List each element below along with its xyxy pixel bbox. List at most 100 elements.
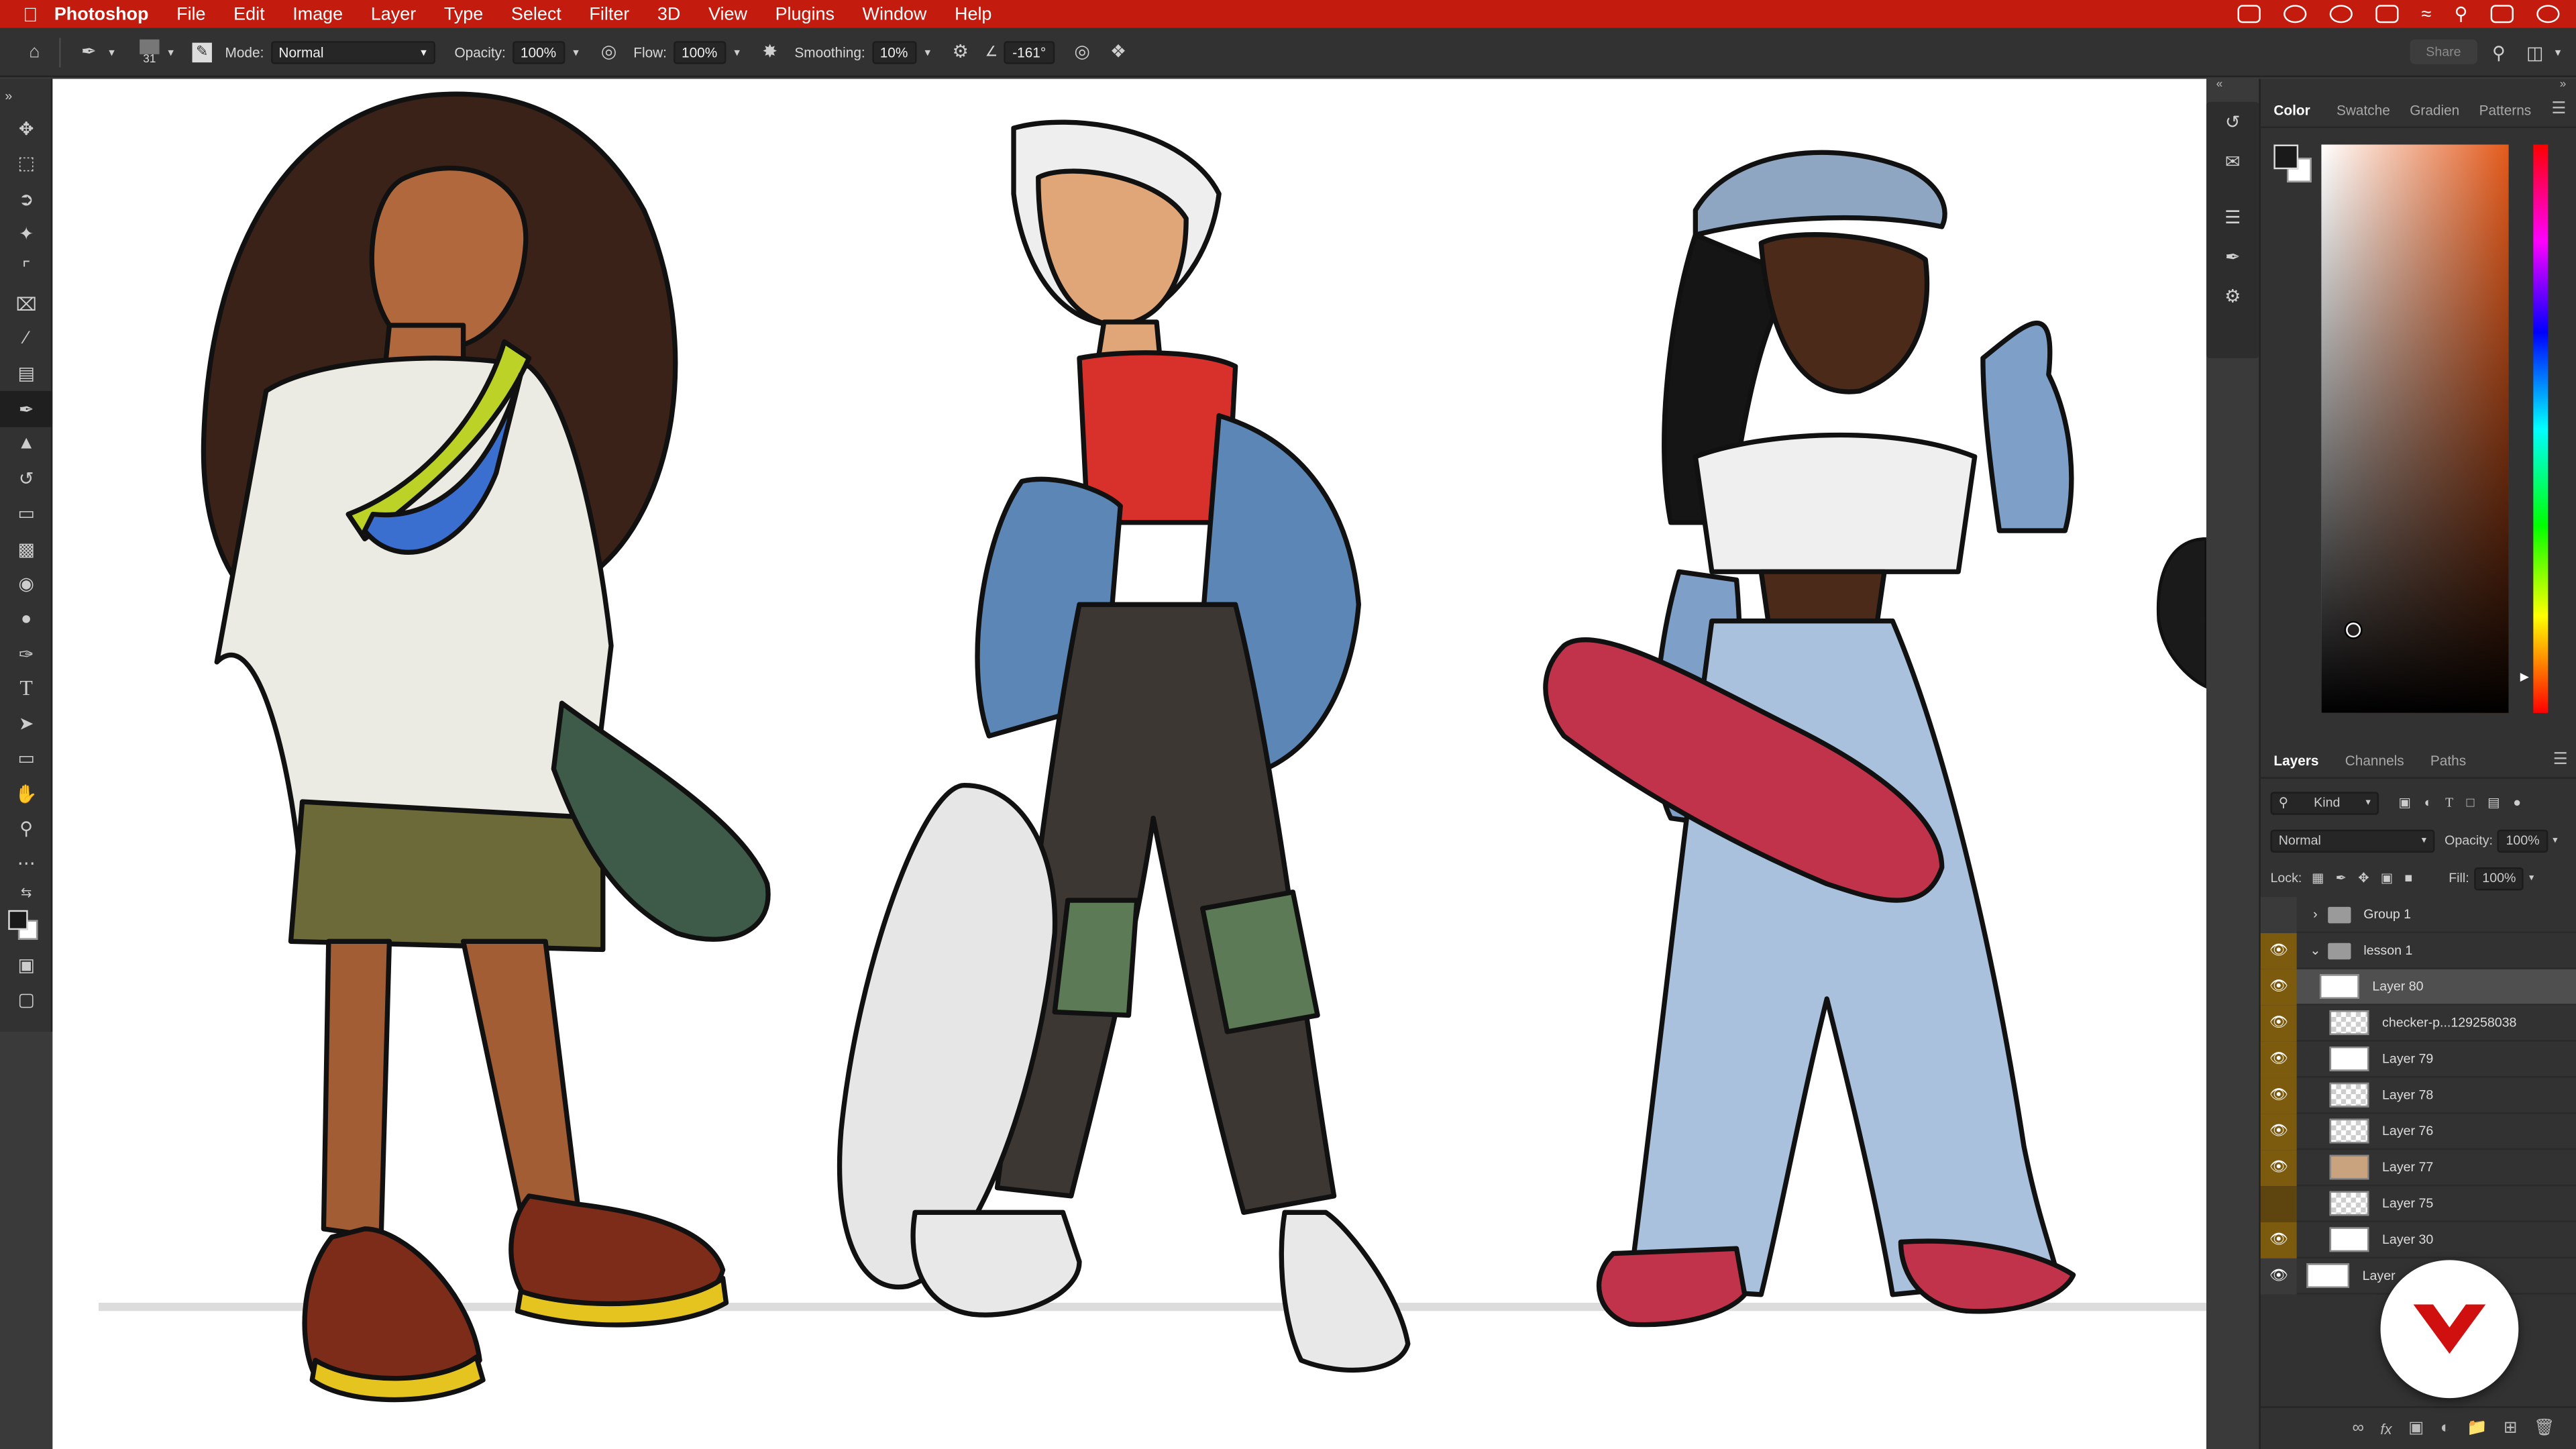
eye-icon[interactable]: 👁	[2260, 1040, 2297, 1077]
chevron-down-icon[interactable]: ▾	[564, 40, 587, 63]
siri-icon[interactable]	[2536, 5, 2560, 23]
move-tool-icon[interactable]: ✥	[0, 112, 52, 147]
lasso-tool-icon[interactable]: ➲	[0, 182, 52, 217]
screen-mode-icon[interactable]: ▢	[0, 982, 52, 1017]
layer-row-layer-30[interactable]: 👁 Layer 30	[2260, 1221, 2576, 1258]
tab-color[interactable]: Color	[2261, 101, 2324, 117]
brush-tool-preset-icon[interactable]: ✒	[77, 40, 100, 63]
dodge-tool-icon[interactable]: ●	[0, 602, 52, 637]
hue-slider-handle[interactable]: ▶	[2520, 670, 2529, 684]
pixel-filter-icon[interactable]: ▣	[2399, 795, 2412, 810]
menu-app-name[interactable]: Photoshop	[54, 4, 149, 23]
foreground-color-swatch[interactable]	[8, 909, 28, 929]
lock-transparency-icon[interactable]: ▦	[2312, 871, 2324, 885]
tab-gradients[interactable]: Gradien	[2403, 101, 2466, 117]
menu-select[interactable]: Select	[511, 4, 561, 23]
apple-icon[interactable]: 	[23, 3, 38, 25]
history-brush-tool-icon[interactable]: ↺	[0, 462, 52, 496]
airbrush-icon[interactable]: ✸	[759, 40, 782, 63]
tab-swatches[interactable]: Swatche	[2323, 101, 2403, 117]
gradient-tool-icon[interactable]: ▩	[0, 531, 52, 566]
frame-tool-icon[interactable]: ⌧	[0, 286, 52, 321]
lock-all-icon[interactable]: ■	[2404, 871, 2412, 885]
foreground-color-chip[interactable]	[2273, 144, 2299, 170]
collapse-panels-icon[interactable]: «	[2216, 79, 2223, 91]
properties-panel-icon[interactable]: ⚙	[2206, 276, 2259, 315]
layer-row-layer-78[interactable]: 👁 Layer 78	[2260, 1077, 2576, 1114]
angle-input[interactable]: -161°	[1004, 40, 1055, 64]
menu-3d[interactable]: 3D	[657, 4, 680, 23]
libraries-panel-icon[interactable]: ☰	[2206, 197, 2259, 237]
tab-paths[interactable]: Paths	[2417, 751, 2479, 767]
zoom-tool-icon[interactable]: ⚲	[0, 812, 52, 847]
brush-tool-icon[interactable]: ✒	[0, 391, 53, 427]
layer-opacity-input[interactable]: 100%	[2498, 828, 2548, 852]
adjustment-filter-icon[interactable]: ◐	[2424, 795, 2432, 810]
hue-slider[interactable]	[2533, 144, 2548, 713]
eye-icon[interactable]: 👁	[2260, 1221, 2297, 1258]
battery-icon[interactable]	[2375, 5, 2399, 23]
chevron-down-icon[interactable]: ⌄	[2310, 943, 2320, 958]
layer-row-layer-79[interactable]: 👁 Layer 79	[2260, 1040, 2576, 1078]
menu-view[interactable]: View	[708, 4, 747, 23]
chevron-down-icon[interactable]: ▾	[100, 40, 123, 63]
blur-tool-icon[interactable]: ◉	[0, 567, 52, 602]
adjustment-layer-icon[interactable]: ◐	[2440, 1419, 2451, 1438]
gear-icon[interactable]: ⚙	[949, 40, 972, 63]
lock-artboard-icon[interactable]: ▣	[2381, 871, 2394, 885]
wifi-icon[interactable]: ≈	[2422, 4, 2432, 23]
trash-icon[interactable]: 🗑	[2534, 1419, 2555, 1438]
filter-toggle-icon[interactable]: ●	[2513, 795, 2521, 810]
collapse-toolbar-icon[interactable]: »	[0, 79, 52, 112]
rectangle-tool-icon[interactable]: ▭	[0, 741, 52, 776]
layer-kind-filter[interactable]: ⚲ Kind ▾	[2270, 791, 2379, 814]
eye-icon[interactable]: 👁	[2260, 932, 2297, 969]
eye-icon[interactable]: 👁	[2260, 968, 2297, 1005]
edit-toolbar-icon[interactable]: ⋯	[0, 847, 52, 881]
new-layer-icon[interactable]: ⊞	[2504, 1419, 2518, 1438]
home-icon[interactable]: ⌂	[23, 40, 46, 63]
spotlight-search-icon[interactable]: ⚲	[2455, 3, 2468, 24]
menu-type[interactable]: Type	[444, 4, 483, 23]
search-icon[interactable]: ⚲	[2487, 41, 2510, 64]
layer-row-layer-80[interactable]: 👁 Layer 80	[2260, 968, 2576, 1006]
swap-colors-icon[interactable]: ⇆	[0, 881, 52, 904]
menu-edit[interactable]: Edit	[233, 4, 264, 23]
chevron-down-icon[interactable]: ▾	[726, 40, 749, 63]
layer-row-checker[interactable]: 👁 checker-p...129258038	[2260, 1004, 2576, 1042]
eye-icon[interactable]: 👁	[2260, 1257, 2297, 1294]
history-panel-icon[interactable]: ↺	[2206, 102, 2259, 142]
lock-position-icon[interactable]: ✥	[2358, 871, 2369, 885]
healing-brush-tool-icon[interactable]: ▤	[0, 357, 52, 392]
tab-layers[interactable]: Layers	[2261, 751, 2332, 767]
menu-file[interactable]: File	[176, 4, 205, 23]
opacity-input[interactable]: 100%	[512, 40, 565, 64]
chevron-down-icon[interactable]: ▾	[2546, 41, 2569, 64]
comments-panel-icon[interactable]: ✉	[2206, 142, 2259, 181]
pen-tool-icon[interactable]: ✑	[0, 637, 52, 672]
type-tool-icon[interactable]: T	[0, 672, 52, 706]
tab-patterns[interactable]: Patterns	[2466, 101, 2544, 117]
foreground-background-swatch[interactable]	[0, 904, 52, 947]
chevron-down-icon[interactable]: ▾	[160, 40, 182, 63]
chevron-down-icon[interactable]: ▾	[916, 40, 939, 63]
document-canvas[interactable]	[52, 78, 2206, 1449]
smoothing-input[interactable]: 10%	[871, 40, 916, 64]
visibility-toggle[interactable]	[2260, 1185, 2297, 1222]
menu-plugins[interactable]: Plugins	[775, 4, 835, 23]
collapse-dock-icon[interactable]: »	[2560, 79, 2567, 91]
link-layers-icon[interactable]: ∞	[2352, 1419, 2363, 1438]
menu-window[interactable]: Window	[863, 4, 927, 23]
panel-menu-icon[interactable]: ☰	[2551, 100, 2566, 118]
eye-icon[interactable]: 👁	[2260, 1149, 2297, 1185]
eyedropper-tool-icon[interactable]: ⁄	[0, 321, 52, 356]
workspace-icon[interactable]: ◫	[2524, 41, 2546, 64]
layer-style-icon[interactable]: fx	[2380, 1420, 2392, 1436]
fill-input[interactable]: 100%	[2474, 866, 2524, 890]
layer-row-layer-77[interactable]: 👁 Layer 77	[2260, 1149, 2576, 1187]
eye-icon[interactable]: 👁	[2260, 1077, 2297, 1114]
color-picker-cursor[interactable]	[2346, 623, 2361, 638]
layer-row-group-1[interactable]: › Group 1	[2260, 896, 2576, 934]
brush-settings-panel-icon[interactable]: ✎	[192, 42, 212, 62]
add-mask-icon[interactable]: ▣	[2408, 1419, 2424, 1438]
